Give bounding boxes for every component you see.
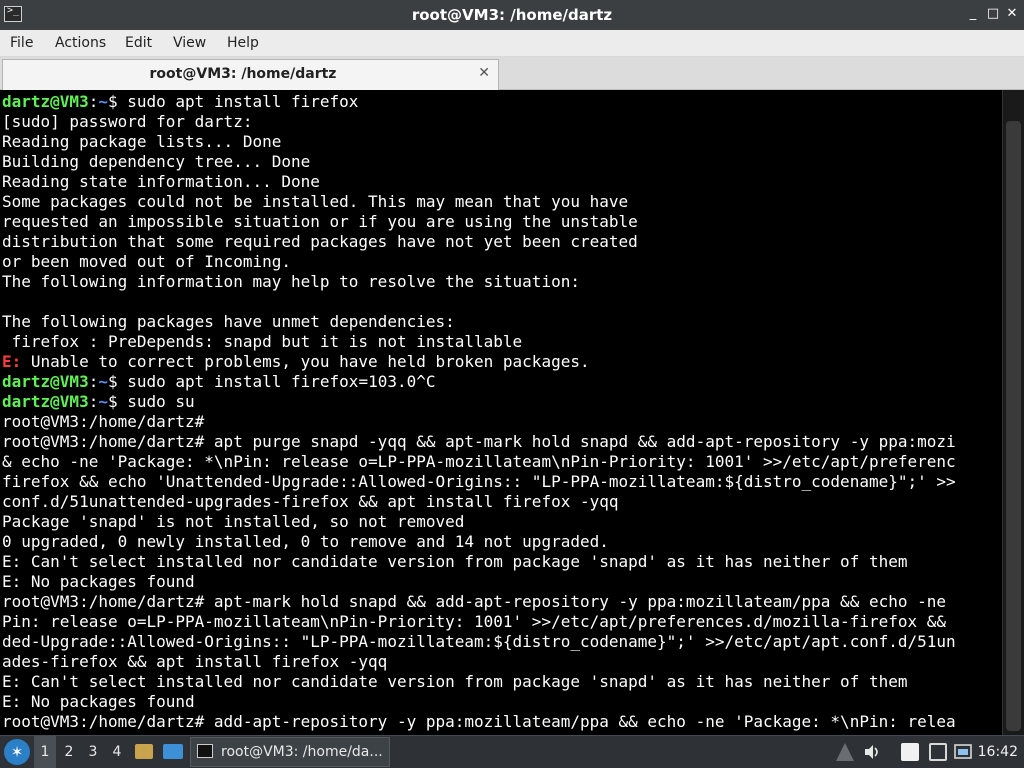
terminal-line: E: No packages found <box>2 692 195 711</box>
terminal-line: Reading package lists... Done <box>2 132 282 151</box>
taskbar-task-terminal[interactable]: root@VM3: /home/da... <box>190 737 390 767</box>
terminal-line: firefox : PreDepends: snapd but it is no… <box>2 332 523 351</box>
prompt-path: ~ <box>98 92 108 111</box>
terminal-line: E: Can't select installed nor candidate … <box>2 552 908 571</box>
terminal-line: Some packages could not be installed. Th… <box>2 192 629 211</box>
workspace-1[interactable]: 1 <box>34 736 56 768</box>
prompt-user: dartz@VM3 <box>2 372 89 391</box>
command-text: sudo apt install firefox <box>127 92 359 111</box>
window-titlebar[interactable]: >_ root@VM3: /home/dartz _ □ ✕ <box>0 0 1024 30</box>
terminal-line: distribution that some required packages… <box>2 232 638 251</box>
menubar: File Actions Edit View Help <box>0 30 1024 57</box>
terminal-line: root@VM3:/home/dartz# apt-mark hold snap… <box>2 592 947 611</box>
terminal-line: The following packages have unmet depend… <box>2 312 455 331</box>
prompt-sign: $ <box>107 92 128 111</box>
terminal-line: ades-firefox && apt install firefox -yqq <box>2 652 388 671</box>
terminal-line: dartz@VM3:~$ sudo su <box>2 392 1000 412</box>
terminal-line: [sudo] password for dartz: <box>2 112 253 131</box>
terminal-line: or been moved out of Incoming. <box>2 252 291 271</box>
menu-help[interactable]: Help <box>227 30 259 56</box>
terminal-line: root@VM3:/home/dartz# <box>2 412 205 431</box>
terminal-line: root@VM3:/home/dartz# apt purge snapd -y… <box>2 432 956 451</box>
volume-icon[interactable] <box>863 743 881 761</box>
terminal-line: The following information may help to re… <box>2 272 580 291</box>
terminal-line: & echo -ne 'Package: *\nPin: release o=L… <box>2 452 956 471</box>
network-icon[interactable] <box>836 743 854 761</box>
window-title: root@VM3: /home/dartz <box>411 6 613 24</box>
prompt-user: dartz@VM3 <box>2 92 89 111</box>
wifi-icon[interactable] <box>954 743 972 761</box>
terminal-line: Reading state information... Done <box>2 172 320 191</box>
terminal-area[interactable]: dartz@VM3:~$ sudo apt install firefox [su… <box>0 90 1024 735</box>
maximize-button[interactable]: □ <box>984 5 1002 23</box>
prompt-sign: $ <box>107 372 128 391</box>
prompt-sign: $ <box>107 392 128 411</box>
terminal-line: Package 'snapd' is not installed, so not… <box>2 512 465 531</box>
workspace-4[interactable]: 4 <box>106 736 128 768</box>
command-text: sudo su <box>127 392 195 411</box>
tab-terminal[interactable]: root@VM3: /home/dartz ✕ <box>2 59 499 90</box>
prompt-user: dartz@VM3 <box>2 392 89 411</box>
close-button[interactable]: ✕ <box>1003 5 1021 23</box>
terminal-line: dartz@VM3:~$ sudo apt install firefox=10… <box>2 372 1000 392</box>
terminal-line: requested an impossible situation or if … <box>2 212 638 231</box>
tab-bar: root@VM3: /home/dartz ✕ <box>0 57 1024 90</box>
terminal-line: E: Can't select installed nor candidate … <box>2 672 908 691</box>
clipboard-icon[interactable] <box>901 743 919 761</box>
terminal-scrollbar[interactable] <box>1002 90 1024 735</box>
error-text: Unable to correct problems, you have hel… <box>21 352 590 371</box>
tab-label: root@VM3: /home/dartz <box>149 66 337 82</box>
prompt-separator: : <box>88 392 99 411</box>
prompt-path: ~ <box>98 372 108 391</box>
terminal-output: dartz@VM3:~$ sudo apt install firefox [su… <box>2 92 1000 732</box>
menu-actions[interactable]: Actions <box>55 30 106 56</box>
terminal-line: conf.d/51unattended-upgrades-firefox && … <box>2 492 619 511</box>
display-icon[interactable] <box>929 743 947 761</box>
terminal-icon <box>197 744 213 758</box>
clock[interactable]: 16:42 <box>978 736 1018 768</box>
show-desktop-icon[interactable] <box>163 744 183 759</box>
scrollbar-thumb[interactable] <box>1006 121 1021 731</box>
terminal-line: 0 upgraded, 0 newly installed, 0 to remo… <box>2 532 609 551</box>
menu-file[interactable]: File <box>10 30 33 56</box>
terminal-line: root@VM3:/home/dartz# add-apt-repository… <box>2 712 956 731</box>
terminal-line: dartz@VM3:~$ sudo apt install firefox <box>2 92 1000 112</box>
prompt-separator: : <box>88 92 99 111</box>
tab-close-icon[interactable]: ✕ <box>478 65 490 81</box>
terminal-line: E: No packages found <box>2 572 195 591</box>
taskbar: ✶ 1 2 3 4 root@VM3: /home/da... 16:42 <box>0 735 1024 768</box>
lubuntu-logo-icon[interactable]: ✶ <box>4 739 30 765</box>
terminal-line: E: Unable to correct problems, you have … <box>2 352 1000 372</box>
minimize-button[interactable]: _ <box>964 5 982 23</box>
taskbar-task-label: root@VM3: /home/da... <box>221 744 383 760</box>
command-text: sudo apt install firefox=103.0^C <box>127 372 436 391</box>
terminal-line: Pin: release o=LP-PPA-mozillateam\nPin-P… <box>2 612 947 631</box>
terminal-line: ded-Upgrade::Allowed-Origins:: "LP-PPA-m… <box>2 632 956 651</box>
file-manager-icon[interactable] <box>135 744 153 759</box>
workspace-3[interactable]: 3 <box>82 736 104 768</box>
error-tag: E: <box>2 352 22 371</box>
terminal-line: firefox && echo 'Unattended-Upgrade::All… <box>2 472 956 491</box>
terminal-line: Building dependency tree... Done <box>2 152 311 171</box>
menu-view[interactable]: View <box>173 30 206 56</box>
workspace-2[interactable]: 2 <box>58 736 80 768</box>
menu-edit[interactable]: Edit <box>125 30 152 56</box>
prompt-separator: : <box>88 372 99 391</box>
prompt-path: ~ <box>98 392 108 411</box>
